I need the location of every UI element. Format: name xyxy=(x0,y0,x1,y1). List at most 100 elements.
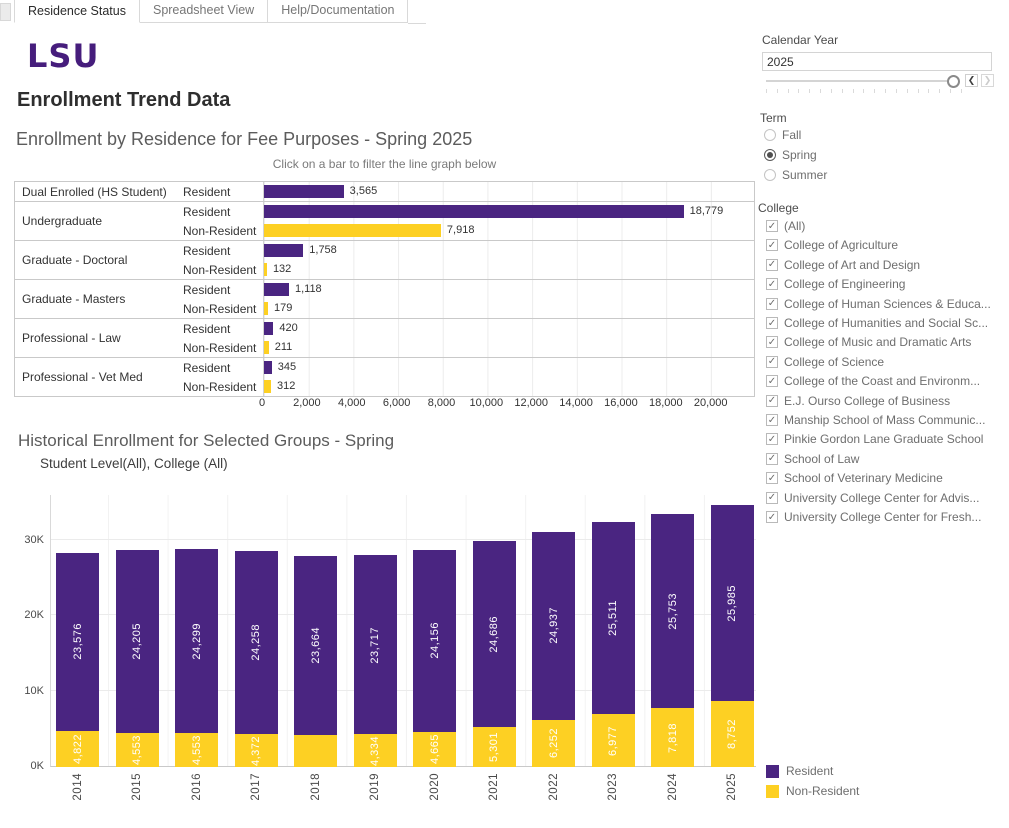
checkbox-checked[interactable]: ✓ xyxy=(766,375,778,387)
term-option-summer[interactable]: Summer xyxy=(764,167,827,183)
radio-spring-selected[interactable] xyxy=(764,149,776,161)
chart1-residence-label[interactable]: Resident xyxy=(183,322,263,336)
chart2-resident-segment-2022[interactable]: 24,937 xyxy=(532,532,575,720)
college-option-15[interactable]: ✓University College Center for Fresh... xyxy=(766,509,981,525)
term-option-fall[interactable]: Fall xyxy=(764,127,801,143)
term-option-spring[interactable]: Spring xyxy=(764,147,817,163)
chart2-year-label[interactable]: 2022 xyxy=(532,773,575,801)
chart2-resident-segment-2015[interactable]: 24,205 xyxy=(116,550,159,733)
chart1-residence-label[interactable]: Non-Resident xyxy=(183,263,263,277)
chart2-resident-segment-2019[interactable]: 23,717 xyxy=(354,555,397,734)
college-option-1[interactable]: ✓College of Agriculture xyxy=(766,237,898,253)
chart2-year-label[interactable]: 2025 xyxy=(711,773,754,801)
chart2-year-label[interactable]: 2016 xyxy=(175,773,218,801)
tab-help-documentation[interactable]: Help/Documentation xyxy=(268,0,408,23)
checkbox-checked[interactable]: ✓ xyxy=(766,220,778,232)
legend-item-non-resident[interactable]: Non-Resident xyxy=(766,784,859,798)
chart2-nonresident-segment-2019[interactable]: 4,334 xyxy=(354,734,397,767)
chart2-resident-segment-2017[interactable]: 24,258 xyxy=(235,551,278,734)
chart2-year-label[interactable]: 2023 xyxy=(592,773,635,801)
slider-next-button[interactable]: ❯ xyxy=(981,74,994,87)
college-option-13[interactable]: ✓School of Veterinary Medicine xyxy=(766,470,943,486)
checkbox-checked[interactable]: ✓ xyxy=(766,511,778,523)
chart1-residence-label[interactable]: Resident xyxy=(183,244,263,258)
college-option-11[interactable]: ✓Pinkie Gordon Lane Graduate School xyxy=(766,431,983,447)
slider-prev-button[interactable]: ❮ xyxy=(965,74,978,87)
college-option-3[interactable]: ✓College of Engineering xyxy=(766,276,905,292)
checkbox-checked[interactable]: ✓ xyxy=(766,453,778,465)
chart2-resident-segment-2020[interactable]: 24,156 xyxy=(413,550,456,732)
radio-summer[interactable] xyxy=(764,169,776,181)
chart1-group-label[interactable]: Graduate - Doctoral xyxy=(15,241,183,279)
chart1-residence-label[interactable]: Resident xyxy=(183,283,263,297)
checkbox-checked[interactable]: ✓ xyxy=(766,278,778,290)
chart1-bar-undergraduate-resident[interactable] xyxy=(264,205,684,218)
chart2-resident-segment-2018[interactable]: 23,664 xyxy=(294,556,337,735)
chart1-residence-label[interactable]: Non-Resident xyxy=(183,302,263,316)
chart1-bar-dual-enrolled-hs-student-resident[interactable] xyxy=(264,185,344,198)
chart1-group-label[interactable]: Undergraduate xyxy=(15,202,183,240)
chart2-year-label[interactable]: 2019 xyxy=(354,773,397,801)
checkbox-checked[interactable]: ✓ xyxy=(766,239,778,251)
chart2-nonresident-segment-2025[interactable]: 8,752 xyxy=(711,701,754,767)
slider-track[interactable] xyxy=(766,80,954,82)
college-option-5[interactable]: ✓College of Humanities and Social Sc... xyxy=(766,315,988,331)
checkbox-checked[interactable]: ✓ xyxy=(766,472,778,484)
chart2-resident-segment-2023[interactable]: 25,511 xyxy=(592,522,635,714)
college-option-6[interactable]: ✓College of Music and Dramatic Arts xyxy=(766,334,971,350)
chart2-nonresident-segment-2021[interactable]: 5,301 xyxy=(473,727,516,767)
chart2-nonresident-segment-2014[interactable]: 4,822 xyxy=(56,731,99,767)
chart2-resident-segment-2024[interactable]: 25,753 xyxy=(651,514,694,708)
chart1-group-label[interactable]: Graduate - Masters xyxy=(15,280,183,318)
chart1-bar-graduate-masters-resident[interactable] xyxy=(264,283,289,296)
chart1-residence-label[interactable]: Non-Resident xyxy=(183,341,263,355)
chart1-residence-label[interactable]: Non-Resident xyxy=(183,380,263,394)
checkbox-checked[interactable]: ✓ xyxy=(766,259,778,271)
college-option-2[interactable]: ✓College of Art and Design xyxy=(766,257,920,273)
chart1-group-label[interactable]: Dual Enrolled (HS Student) xyxy=(15,182,183,201)
college-option-10[interactable]: ✓Manship School of Mass Communic... xyxy=(766,412,985,428)
chart2-nonresident-segment-2023[interactable]: 6,977 xyxy=(592,714,635,767)
chart1-bar-graduate-doctoral-resident[interactable] xyxy=(264,244,303,257)
chart2-resident-segment-2014[interactable]: 23,576 xyxy=(56,553,99,731)
college-option-12[interactable]: ✓School of Law xyxy=(766,451,859,467)
calendar-year-input[interactable] xyxy=(762,52,992,71)
chart1-bar-professional-vet-med-resident[interactable] xyxy=(264,361,272,374)
college-option-0[interactable]: ✓(All) xyxy=(766,218,805,234)
college-option-7[interactable]: ✓College of Science xyxy=(766,354,884,370)
chart1-residence-label[interactable]: Non-Resident xyxy=(183,224,263,238)
chart2-year-label[interactable]: 2015 xyxy=(116,773,159,801)
chart1-residence-label[interactable]: Resident xyxy=(183,185,263,199)
chart1-bar-professional-vet-med-non-resident[interactable] xyxy=(264,380,271,393)
checkbox-checked[interactable]: ✓ xyxy=(766,395,778,407)
chart2-year-label[interactable]: 2024 xyxy=(651,773,694,801)
chart2-nonresident-segment-2018[interactable] xyxy=(294,735,337,767)
chart2-nonresident-segment-2022[interactable]: 6,252 xyxy=(532,720,575,767)
chart1-residence-label[interactable]: Resident xyxy=(183,205,263,219)
checkbox-checked[interactable]: ✓ xyxy=(766,414,778,426)
chart1-bar-undergraduate-non-resident[interactable] xyxy=(264,224,441,237)
checkbox-checked[interactable]: ✓ xyxy=(766,492,778,504)
tab-spreadsheet-view[interactable]: Spreadsheet View xyxy=(140,0,268,23)
checkbox-checked[interactable]: ✓ xyxy=(766,317,778,329)
slider-handle[interactable] xyxy=(947,75,960,88)
chart2-nonresident-segment-2024[interactable]: 7,818 xyxy=(651,708,694,767)
college-option-14[interactable]: ✓University College Center for Advis... xyxy=(766,490,979,506)
chart2-resident-segment-2025[interactable]: 25,985 xyxy=(711,505,754,701)
checkbox-checked[interactable]: ✓ xyxy=(766,356,778,368)
chart1-residence-label[interactable]: Resident xyxy=(183,361,263,375)
chart2-year-label[interactable]: 2018 xyxy=(294,773,337,801)
chart2-year-label[interactable]: 2017 xyxy=(235,773,278,801)
college-option-4[interactable]: ✓College of Human Sciences & Educa... xyxy=(766,296,991,312)
chart2-resident-segment-2016[interactable]: 24,299 xyxy=(175,549,218,732)
checkbox-checked[interactable]: ✓ xyxy=(766,433,778,445)
checkbox-checked[interactable]: ✓ xyxy=(766,336,778,348)
college-option-8[interactable]: ✓College of the Coast and Environm... xyxy=(766,373,980,389)
chart2-resident-segment-2021[interactable]: 24,686 xyxy=(473,541,516,727)
chart1-bar-professional-law-resident[interactable] xyxy=(264,322,273,335)
legend-item-resident[interactable]: Resident xyxy=(766,764,833,778)
checkbox-checked[interactable]: ✓ xyxy=(766,298,778,310)
chart2-nonresident-segment-2015[interactable]: 4,553 xyxy=(116,733,159,767)
chart2-nonresident-segment-2016[interactable]: 4,553 xyxy=(175,733,218,767)
chart2-year-label[interactable]: 2021 xyxy=(473,773,516,801)
